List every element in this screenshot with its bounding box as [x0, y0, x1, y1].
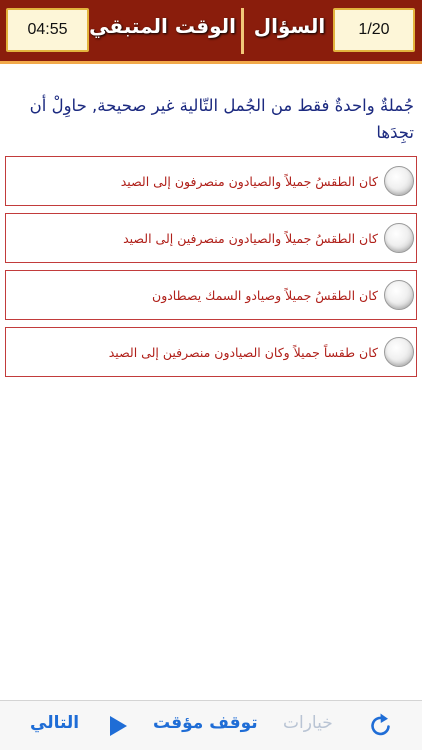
header-bar: 04:55 الوقت المتبقي السؤال 1/20	[0, 0, 422, 64]
question-text: جُملةٌ واحدةٌ فقط من الجُمل التّالية غير…	[29, 96, 414, 142]
answer-option-label: كان الطقسُ جميلاً والصيادون منصرفون إلى …	[120, 173, 378, 189]
radio-button-icon[interactable]	[384, 280, 414, 310]
answer-option-label: كان الطقسُ جميلاً وصيادو السمك يصطادون	[152, 287, 378, 303]
remaining-time-label: الوقت المتبقي	[89, 14, 236, 38]
play-icon[interactable]	[108, 715, 128, 737]
answer-option-2[interactable]: كان الطقسُ جميلاً والصيادون منصرفين إلى …	[5, 213, 417, 263]
question-counter: 1/20	[333, 8, 415, 52]
refresh-icon[interactable]	[369, 712, 393, 738]
answer-option-label: كان الطقسُ جميلاً والصيادون منصرفين إلى …	[123, 230, 378, 246]
radio-button-icon[interactable]	[384, 166, 414, 196]
answer-option-label: كان طقساً جميلاً وكان الصيادون منصرفين إ…	[108, 344, 378, 360]
radio-button-icon[interactable]	[384, 337, 414, 367]
answer-option-1[interactable]: كان الطقسُ جميلاً والصيادون منصرفون إلى …	[5, 156, 417, 206]
answer-option-4[interactable]: كان طقساً جميلاً وكان الصيادون منصرفين إ…	[5, 327, 417, 377]
pause-button[interactable]: توقف مؤقت	[153, 713, 258, 733]
radio-button-icon[interactable]	[384, 223, 414, 253]
answer-option-3[interactable]: كان الطقسُ جميلاً وصيادو السمك يصطادون	[5, 270, 417, 320]
bottom-toolbar: خيارات توقف مؤقت التالي	[0, 700, 422, 750]
options-button[interactable]: خيارات	[283, 713, 333, 733]
header-divider	[241, 8, 244, 54]
answer-options: كان الطقسُ جميلاً والصيادون منصرفون إلى …	[5, 156, 417, 384]
next-button[interactable]: التالي	[30, 713, 79, 733]
question-label: السؤال	[253, 14, 326, 38]
timer-display: 04:55	[6, 8, 89, 52]
